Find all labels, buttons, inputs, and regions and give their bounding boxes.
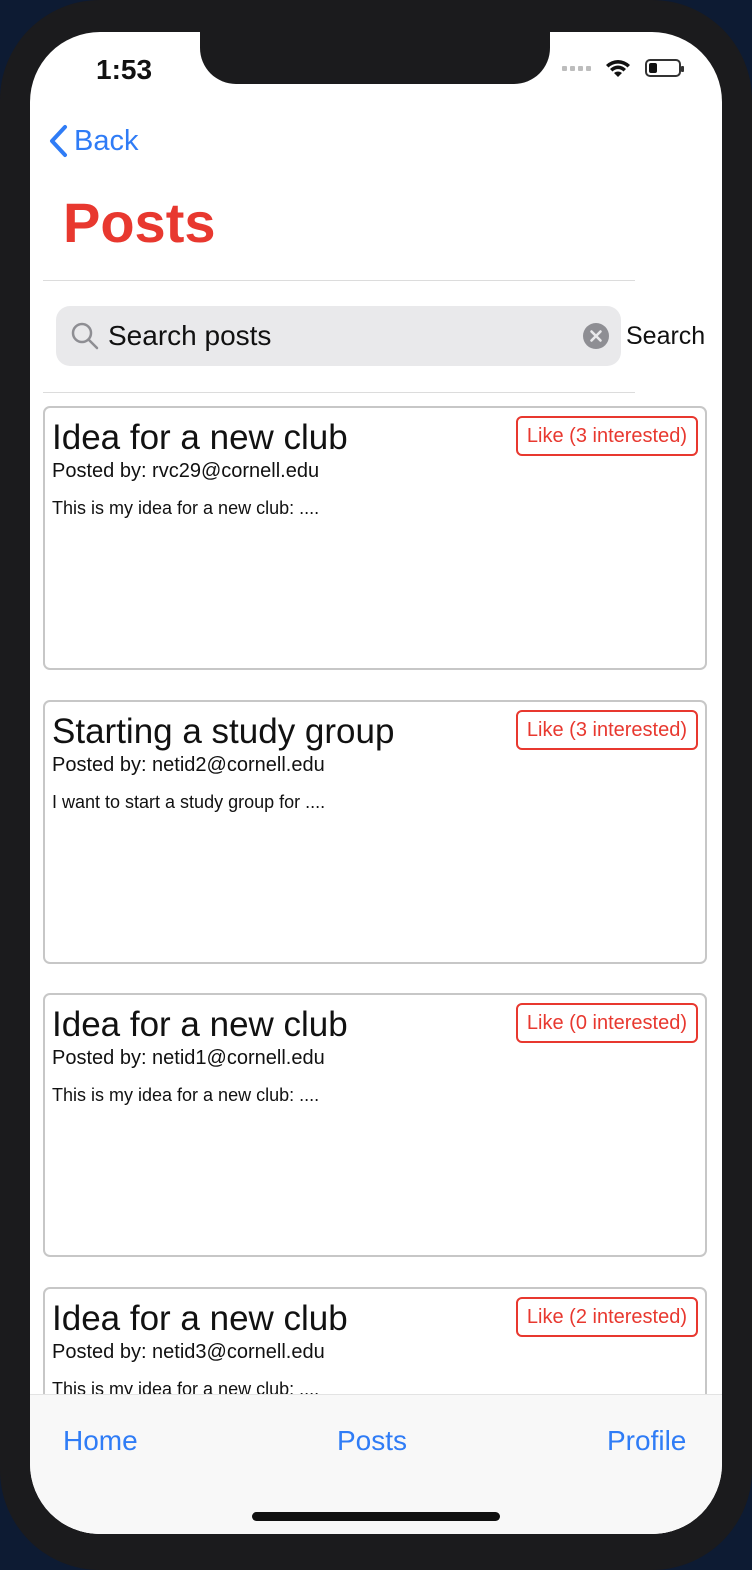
- search-placeholder: Search posts: [108, 320, 272, 351]
- cellular-signal-icon: [562, 65, 591, 71]
- status-time: 1:53: [96, 54, 153, 85]
- post-author: Posted by: netid2@cornell.edu: [52, 754, 325, 776]
- post-title: Idea for a new club: [52, 1299, 348, 1338]
- back-button[interactable]: Back: [48, 124, 138, 158]
- search-input[interactable]: Search posts: [56, 306, 621, 366]
- post-body: This is my idea for a new club: ....: [52, 1085, 320, 1105]
- search-icon: [71, 322, 99, 350]
- device-frame: 1:53 Back Posts Search posts Search Idea…: [0, 0, 752, 1570]
- divider: [43, 280, 635, 281]
- battery-icon: [645, 59, 684, 77]
- back-label: Back: [74, 124, 139, 157]
- wifi-icon: [606, 60, 630, 77]
- like-button[interactable]: Like (3 interested): [515, 710, 698, 750]
- like-button[interactable]: Like (2 interested): [515, 1297, 698, 1337]
- post-body: I want to start a study group for ....: [52, 792, 326, 812]
- divider: [43, 392, 635, 393]
- post-title: Starting a study group: [52, 712, 395, 751]
- tab-home[interactable]: Home: [63, 1425, 138, 1457]
- chevron-left-icon: [50, 125, 67, 157]
- like-button[interactable]: Like (3 interested): [515, 416, 698, 456]
- post-body: This is my idea for a new club: ....: [52, 498, 320, 518]
- home-indicator[interactable]: [252, 1512, 500, 1521]
- post-card[interactable]: Idea for a new club Posted by: rvc29@cor…: [43, 406, 707, 670]
- status-icons: [562, 58, 684, 78]
- clear-search-icon[interactable]: [583, 323, 609, 349]
- app-screen: 1:53 Back Posts Search posts Search Idea…: [30, 32, 722, 1534]
- device-notch: [200, 32, 550, 84]
- post-title: Idea for a new club: [52, 418, 348, 457]
- tab-posts[interactable]: Posts: [337, 1425, 407, 1457]
- search-button[interactable]: Search: [626, 322, 705, 351]
- page-title: Posts: [63, 191, 216, 254]
- like-button[interactable]: Like (0 interested): [515, 1003, 698, 1043]
- post-author: Posted by: rvc29@cornell.edu: [52, 460, 320, 482]
- post-author: Posted by: netid3@cornell.edu: [52, 1341, 325, 1363]
- post-card[interactable]: Idea for a new club Posted by: netid1@co…: [43, 993, 707, 1257]
- post-author: Posted by: netid1@cornell.edu: [52, 1047, 325, 1069]
- tab-profile[interactable]: Profile: [607, 1425, 686, 1457]
- post-card[interactable]: Starting a study group Posted by: netid2…: [43, 700, 707, 964]
- post-title: Idea for a new club: [52, 1005, 348, 1044]
